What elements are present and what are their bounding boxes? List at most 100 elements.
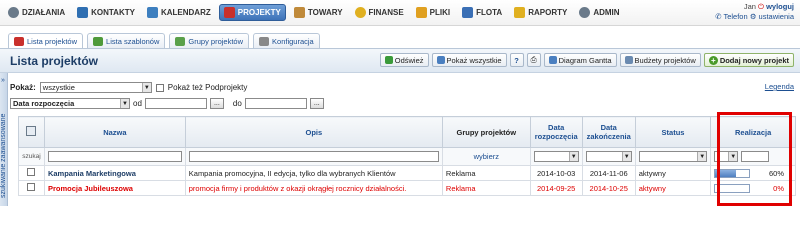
phone-link[interactable]: Telefon bbox=[723, 12, 747, 21]
subprojects-checkbox[interactable] bbox=[155, 83, 164, 92]
project-name-link[interactable]: Promocja Jubileuszowa bbox=[48, 184, 133, 193]
table-row[interactable]: Kampania Marketingowa Kampania promocyjn… bbox=[18, 165, 796, 181]
date-to-picker-button[interactable]: ... bbox=[309, 98, 324, 109]
projects-icon bbox=[14, 36, 24, 46]
row-checkbox[interactable] bbox=[27, 168, 36, 176]
project-status-cell: aktywny bbox=[634, 165, 712, 181]
filter-row-show: Pokaż: wszystkie ▼ Pokaż też Podprojekty bbox=[10, 82, 247, 93]
header-start-date[interactable]: Data rozpoczęcia bbox=[529, 116, 583, 148]
calendar-icon bbox=[146, 7, 158, 18]
contacts-icon bbox=[77, 7, 89, 18]
print-icon: ⎙ bbox=[530, 55, 537, 64]
main-menu: DZIAŁANIA KONTAKTY KALENDARZ PROJEKTY TO… bbox=[4, 4, 624, 21]
refresh-button[interactable]: Odśwież bbox=[379, 53, 429, 67]
show-all-button[interactable]: Pokaż wszystkie bbox=[431, 53, 507, 67]
project-description-cell: Kampania promocyjna, II edycja, tylko dl… bbox=[184, 165, 443, 181]
folder-icon bbox=[415, 7, 427, 18]
page-title: Lista projektów bbox=[10, 54, 99, 68]
projects-icon bbox=[223, 7, 235, 18]
date-to-input[interactable] bbox=[244, 98, 307, 109]
chevron-down-icon: ▼ bbox=[621, 152, 631, 161]
start-date-filter-cell: ▼ bbox=[529, 147, 583, 166]
date-from-input[interactable] bbox=[144, 98, 207, 109]
group-filter-link[interactable]: wybierz bbox=[474, 152, 499, 161]
project-name-link[interactable]: Kampania Marketingowa bbox=[48, 169, 136, 178]
chevron-down-icon: ▼ bbox=[568, 152, 578, 161]
columns-icon bbox=[26, 126, 37, 136]
status-filter-select[interactable]: ▼ bbox=[638, 151, 708, 162]
nav-admin[interactable]: ADMIN bbox=[575, 4, 623, 21]
table-row[interactable]: Promocja Jubileuszowa promocja firmy i p… bbox=[18, 180, 796, 196]
end-date-filter-cell: ▼ bbox=[581, 147, 636, 166]
show-label: Pokaż: bbox=[10, 83, 36, 92]
header-name[interactable]: Nazwa bbox=[43, 116, 186, 148]
refresh-icon bbox=[384, 56, 393, 64]
nav-towary[interactable]: TOWARY bbox=[290, 4, 347, 21]
tab-configuration[interactable]: Konfiguracja bbox=[253, 33, 320, 48]
tab-bar: Lista projektów Lista szablonów Grupy pr… bbox=[8, 33, 320, 48]
settings-link[interactable]: ustawienia bbox=[759, 12, 794, 21]
logout-link[interactable]: wyloguj bbox=[766, 2, 794, 11]
help-icon: ? bbox=[514, 55, 519, 65]
template-icon bbox=[93, 36, 104, 46]
gear-icon bbox=[8, 7, 19, 18]
table-header-row: Nazwa Opis Grupy projektów Data rozpoczę… bbox=[18, 116, 796, 148]
row-checkbox[interactable] bbox=[27, 183, 36, 191]
tab-template-list[interactable]: Lista szablonów bbox=[87, 33, 166, 48]
header-end-date[interactable]: Data zakończenia bbox=[581, 116, 636, 148]
box-icon bbox=[293, 7, 305, 18]
group-filter-cell: wybierz bbox=[441, 147, 531, 166]
chevron-down-icon: ▼ bbox=[120, 99, 129, 108]
projects-table: Nazwa Opis Grupy projektów Data rozpoczę… bbox=[18, 116, 796, 196]
project-status-cell: aktywny bbox=[634, 180, 712, 196]
row-select-cell bbox=[18, 165, 45, 181]
search-label-cell: szukaj bbox=[18, 147, 45, 166]
nav-flota[interactable]: FLOTA bbox=[458, 4, 506, 21]
start-date-filter-select[interactable]: ▼ bbox=[533, 151, 579, 162]
gantt-button[interactable]: Diagram Gantta bbox=[543, 53, 617, 67]
filter-row-dates: Data rozpoczęcia ▼ od ... do ... bbox=[10, 98, 324, 109]
project-end-cell: 2014-11-06 bbox=[581, 165, 636, 181]
header-description[interactable]: Opis bbox=[184, 116, 443, 148]
header-status[interactable]: Status bbox=[634, 116, 712, 148]
advanced-search-toggle[interactable]: » szukiwanie zaawansowane bbox=[0, 73, 8, 206]
print-button[interactable]: ⎙ bbox=[526, 53, 541, 67]
nav-finanse[interactable]: FINANSE bbox=[351, 4, 408, 21]
add-project-button[interactable]: + Dodaj nowy projekt bbox=[703, 53, 794, 67]
chevron-down-icon: ▼ bbox=[697, 152, 707, 161]
top-navigation-bar: DZIAŁANIA KONTAKTY KALENDARZ PROJEKTY TO… bbox=[0, 0, 800, 26]
toolbar: Odśwież Pokaż wszystkie ? ⎙ Diagram Gant… bbox=[379, 53, 794, 67]
budgets-button[interactable]: Budżety projektów bbox=[619, 53, 701, 67]
name-filter-input[interactable] bbox=[47, 151, 182, 162]
project-start-cell: 2014-10-03 bbox=[529, 165, 583, 181]
user-name: Jan bbox=[743, 2, 756, 11]
header-project-groups: Grupy projektów bbox=[441, 116, 531, 148]
gantt-icon bbox=[548, 56, 557, 64]
add-icon: + bbox=[708, 55, 718, 65]
nav-raporty[interactable]: RAPORTY bbox=[510, 4, 571, 21]
admin-icon bbox=[579, 7, 591, 18]
show-select[interactable]: wszystkie ▼ bbox=[39, 82, 152, 93]
report-icon bbox=[514, 7, 526, 18]
tab-project-groups[interactable]: Grupy projektów bbox=[169, 33, 250, 48]
budget-icon bbox=[624, 56, 633, 64]
phone-icon: ✆ bbox=[715, 12, 722, 21]
nav-kalendarz[interactable]: KALENDARZ bbox=[143, 4, 215, 21]
column-settings-header[interactable] bbox=[18, 116, 45, 148]
description-filter-input[interactable] bbox=[188, 151, 439, 162]
tab-project-list[interactable]: Lista projektów bbox=[8, 33, 84, 48]
nav-dzialania[interactable]: DZIAŁANIA bbox=[4, 4, 69, 21]
date-from-picker-button[interactable]: ... bbox=[209, 98, 224, 109]
project-description-cell: promocja firmy i produktów z okazji okrą… bbox=[184, 180, 443, 196]
legend-link[interactable]: Legenda bbox=[765, 82, 794, 91]
nav-projekty[interactable]: PROJEKTY bbox=[218, 4, 286, 21]
settings-icon: ⚙ bbox=[749, 12, 757, 21]
end-date-filter-select[interactable]: ▼ bbox=[585, 151, 632, 162]
nav-kontakty[interactable]: KONTAKTY bbox=[73, 4, 139, 21]
nav-pliki[interactable]: PLIKI bbox=[412, 4, 454, 21]
car-icon bbox=[462, 7, 474, 18]
groups-icon bbox=[175, 36, 186, 46]
user-panel: Jan ⏻ wyloguj ✆ Telefon ⚙ ustawienia bbox=[715, 2, 794, 22]
help-button[interactable]: ? bbox=[509, 53, 524, 67]
date-field-select[interactable]: Data rozpoczęcia ▼ bbox=[10, 98, 130, 109]
